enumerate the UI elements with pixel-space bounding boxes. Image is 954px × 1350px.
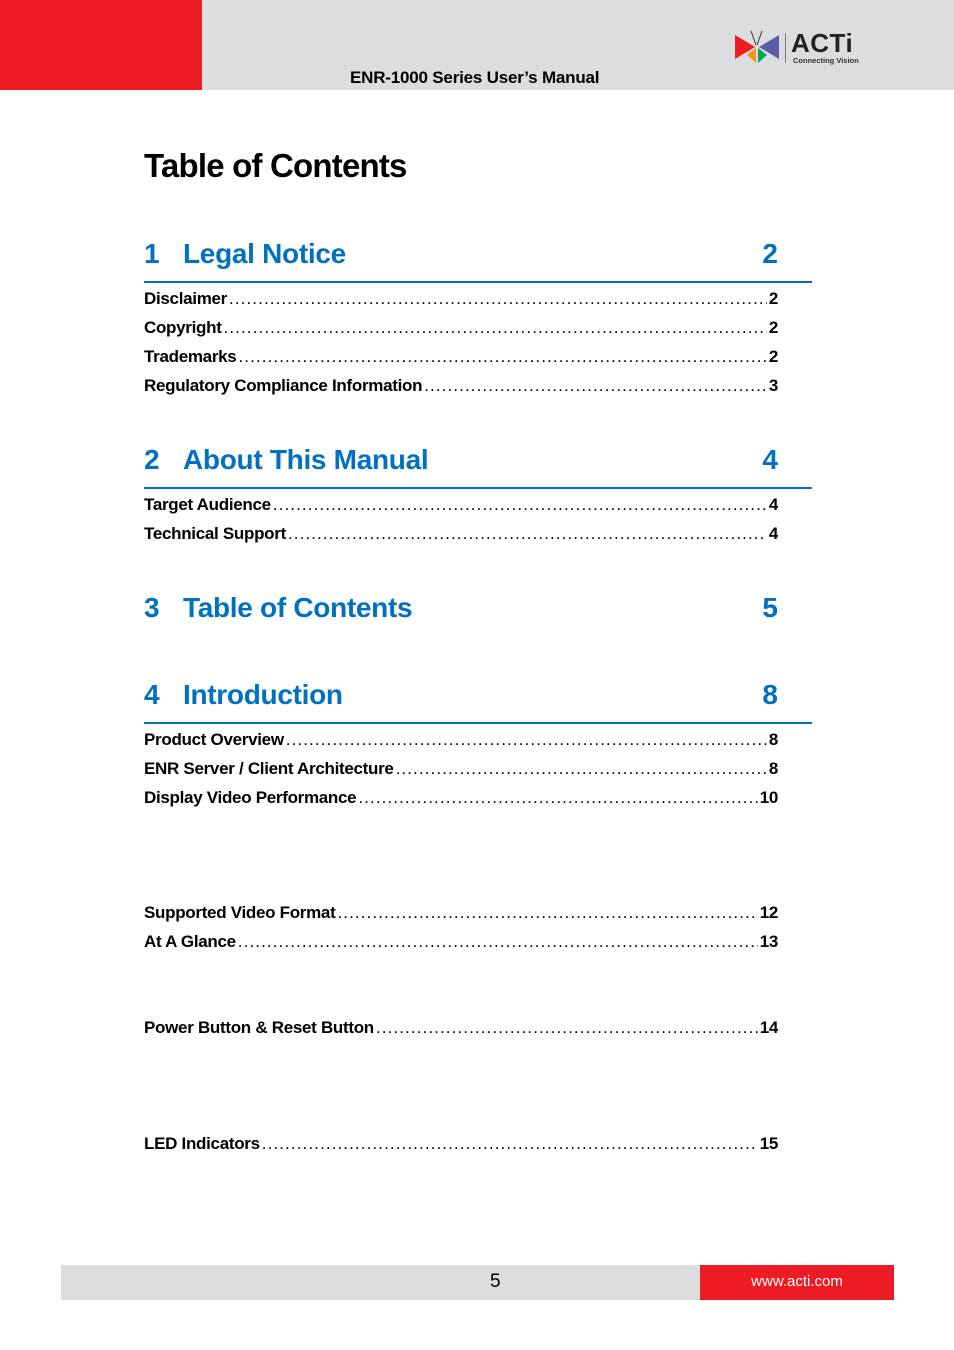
section-divider — [144, 281, 812, 283]
entry-label: Display Video Performance — [144, 788, 357, 807]
entry-label: Technical Support — [144, 524, 286, 543]
section-number: 2 — [144, 444, 160, 475]
entry-label: LED Indicators — [144, 1134, 260, 1153]
toc-entry[interactable]: Technical Support 4 — [144, 524, 778, 548]
logo-wordmark: ACTi — [791, 28, 854, 58]
dot-leader — [288, 524, 767, 544]
toc-entry[interactable]: Copyright 2 — [144, 318, 778, 342]
dot-leader — [273, 495, 767, 515]
footer-page-number: 5 — [490, 1271, 501, 1292]
entry-label: Regulatory Compliance Information — [144, 376, 423, 395]
toc-entry[interactable]: At A Glance 13 — [144, 932, 778, 956]
entry-page: 4 — [768, 524, 778, 543]
entry-label: Supported Video Format — [144, 903, 336, 922]
toc-entry[interactable]: Target Audience 4 — [144, 495, 778, 519]
toc-entry[interactable]: Product Overview 8 — [144, 730, 778, 754]
entry-page: 8 — [768, 730, 778, 749]
entry-page: 4 — [768, 495, 778, 514]
entry-label: ENR Server / Client Architecture — [144, 759, 394, 778]
entry-label: Power Button & Reset Button — [144, 1018, 374, 1037]
toc-entry[interactable]: Display Video Performance 10 — [144, 788, 778, 812]
entry-label: Trademarks — [144, 347, 237, 366]
header-red-block — [0, 0, 202, 90]
entry-page: 8 — [768, 759, 778, 778]
toc-entry[interactable]: Supported Video Format 12 — [144, 903, 778, 927]
acti-logo: ACTi Connecting Vision — [735, 29, 875, 69]
section-title[interactable]: Table of Contents — [183, 592, 413, 624]
dot-leader — [424, 376, 767, 396]
section-number: 4 — [144, 679, 160, 710]
dot-leader — [337, 903, 757, 923]
logo-separator — [785, 33, 786, 63]
dot-leader — [286, 730, 767, 750]
section-title[interactable]: Introduction — [183, 679, 343, 711]
entry-label: Disclaimer — [144, 289, 227, 308]
section-page: 5 — [762, 592, 778, 623]
entry-page: 13 — [759, 932, 778, 951]
dot-leader — [358, 788, 757, 808]
toc-entry[interactable]: Trademarks 2 — [144, 347, 778, 371]
dot-leader — [238, 347, 766, 367]
toc-section-4[interactable]: 4 Introduction 8 — [144, 677, 812, 724]
manual-title: ENR-1000 Series User’s Manual — [350, 68, 600, 87]
section-divider — [144, 722, 812, 724]
entry-page: 3 — [768, 376, 778, 395]
toc-entry[interactable]: ENR Server / Client Architecture 8 — [144, 759, 778, 783]
section-page: 4 — [762, 444, 778, 475]
acti-butterfly-logo-icon — [735, 30, 779, 63]
page-title: Table of Contents — [144, 147, 407, 184]
toc-entry[interactable]: Disclaimer 2 — [144, 289, 778, 313]
toc-entry[interactable]: Regulatory Compliance Information 3 — [144, 376, 778, 400]
dot-leader — [238, 932, 758, 952]
entry-label: Copyright — [144, 318, 222, 337]
toc-entry[interactable]: LED Indicators 15 — [144, 1134, 778, 1158]
dot-leader — [262, 1134, 758, 1154]
section-divider — [144, 487, 812, 489]
entry-page: 2 — [768, 347, 778, 366]
footer-url-link[interactable]: www.acti.com — [700, 1273, 894, 1290]
dot-leader — [224, 318, 767, 338]
toc-section-2[interactable]: 2 About This Manual 4 — [144, 442, 812, 489]
entry-page: 15 — [759, 1134, 778, 1153]
dot-leader — [229, 289, 767, 309]
entry-page: 2 — [768, 289, 778, 308]
entry-page: 2 — [768, 318, 778, 337]
footer-bar — [61, 1265, 700, 1300]
entry-label: At A Glance — [144, 932, 236, 951]
toc-section-3[interactable]: 3 Table of Contents 5 — [144, 590, 812, 630]
section-number: 3 — [144, 592, 160, 623]
dot-leader — [376, 1018, 758, 1038]
section-title[interactable]: About This Manual — [183, 444, 429, 476]
entry-page: 14 — [759, 1018, 778, 1037]
entry-label: Target Audience — [144, 495, 271, 514]
entry-page: 12 — [759, 903, 778, 922]
toc-entry[interactable]: Power Button & Reset Button 14 — [144, 1018, 778, 1042]
toc-section-1[interactable]: 1 Legal Notice 2 — [144, 236, 812, 283]
section-number: 1 — [144, 238, 160, 269]
section-title[interactable]: Legal Notice — [183, 238, 346, 270]
entry-page: 10 — [759, 788, 778, 807]
logo-tagline: Connecting Vision — [793, 56, 859, 65]
section-page: 2 — [762, 238, 778, 269]
section-page: 8 — [762, 679, 778, 710]
entry-label: Product Overview — [144, 730, 284, 749]
dot-leader — [396, 759, 767, 779]
